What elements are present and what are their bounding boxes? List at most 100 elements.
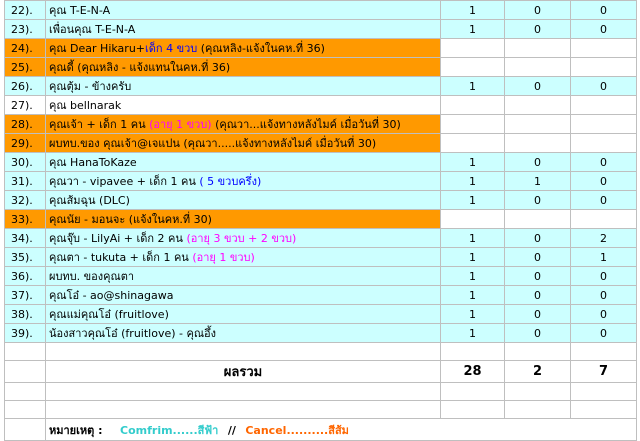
row-value-v1: 1 xyxy=(440,304,505,324)
row-index: 36). xyxy=(4,266,46,286)
row-note: (คุณหลิง-แจ้งในคห.ที่ 36) xyxy=(197,42,325,55)
row-value-v2: 0 xyxy=(504,152,571,172)
row-extra: ( 5 ขวบครึ่ง) xyxy=(199,175,262,188)
table-row: 32). คุณส้มฉุน (DLC) 1 0 0 xyxy=(4,190,637,210)
registration-table: 22). คุณ T-E-N-A 1 0 0 23). เพื่อนคุณ T-E-N-A 1… xyxy=(4,0,637,441)
table-row: 36). ผบทบ. ของคุณตา 1 0 0 xyxy=(4,266,637,286)
row-name-cell: ผบทบ.ของ คุณเจ้า@เจแปน (คุณวา.....แจ้งทา… xyxy=(45,133,441,153)
row-index: 23). xyxy=(4,19,46,39)
row-value-v3: 0 xyxy=(570,266,637,286)
row-name: คุณตุ้ม - ข้างครับ xyxy=(49,80,132,93)
row-name: คุณดี้ (คุณหลิง - แจ้งแทนในคห.ที่ 36) xyxy=(49,61,231,74)
row-name: ผบทบ. ของคุณตา xyxy=(49,270,135,283)
row-value-v2: 0 xyxy=(504,190,571,210)
row-index: 30). xyxy=(4,152,46,172)
table-row: 34). คุณจุ๊บ - LilyAi + เด็ก 2 คน (อายุ 3… xyxy=(4,228,637,248)
row-value-v3: 0 xyxy=(570,285,637,305)
row-value-v2 xyxy=(504,114,571,134)
row-name: คุณส้มฉุน (DLC) xyxy=(49,194,130,207)
row-value-v1: 1 xyxy=(440,19,505,39)
row-value-v3: 0 xyxy=(570,0,637,20)
blank-row xyxy=(4,382,637,401)
table-row: 28). คุณเจ้า + เด็ก 1 คน (อายุ 1 ขวบ) (คุ… xyxy=(4,114,637,134)
row-value-v2: 0 xyxy=(504,323,571,343)
table-row: 22). คุณ T-E-N-A 1 0 0 xyxy=(4,0,637,20)
row-value-v1: 1 xyxy=(440,285,505,305)
row-extra: (อายุ 1 ขวบ) xyxy=(149,118,212,131)
row-value-v1 xyxy=(440,57,505,77)
row-name: คุณจุ๊บ - LilyAi + เด็ก 2 คน xyxy=(49,232,187,245)
note-cancel: Cancel..........สีส้ม xyxy=(245,423,349,437)
row-name: คุณ bellnarak xyxy=(49,99,122,112)
row-name-cell: ผบทบ. ของคุณตา xyxy=(45,266,441,286)
row-name: ผบทบ.ของ คุณเจ้า@เจแปน (คุณวา.....แจ้งทา… xyxy=(49,137,377,150)
row-value-v3 xyxy=(570,38,637,58)
row-value-v2 xyxy=(504,38,571,58)
total-v2: 2 xyxy=(504,360,571,383)
row-extra: เด็ก 4 ขวบ xyxy=(145,42,198,55)
row-name-cell: น้องสาวคุณโอ๋ (fruitlove) - คุณอึ้ง xyxy=(45,323,441,343)
row-name: คุณวา - vipavee + เด็ก 1 คน xyxy=(49,175,200,188)
row-value-v1: 1 xyxy=(440,190,505,210)
row-value-v3: 1 xyxy=(570,247,637,267)
row-index: 27). xyxy=(4,95,46,115)
row-note: (คุณวา...แจ้งทางหลังไมค์ เมื่อวันที่ 30) xyxy=(211,118,401,131)
row-value-v3 xyxy=(570,133,637,153)
row-value-v2: 0 xyxy=(504,304,571,324)
row-value-v1: 1 xyxy=(440,0,505,20)
row-value-v3: 0 xyxy=(570,76,637,96)
registration-rows: 22). คุณ T-E-N-A 1 0 0 23). เพื่อนคุณ T-E-N-A 1… xyxy=(4,0,637,343)
row-index: 32). xyxy=(4,190,46,210)
row-index: 38). xyxy=(4,304,46,324)
row-value-v2: 0 xyxy=(504,247,571,267)
row-name: คุณเจ้า + เด็ก 1 คน xyxy=(49,118,150,131)
note-confirm: Comfrim......สีฟ้า xyxy=(120,423,219,437)
row-extra: (อายุ 3 ขวบ + 2 ขวบ) xyxy=(186,232,297,245)
row-name-cell: คุณตา - tukuta + เด็ก 1 คน (อายุ 1 ขวบ) xyxy=(45,247,441,267)
row-value-v3 xyxy=(570,57,637,77)
row-index: 35). xyxy=(4,247,46,267)
table-row: 26). คุณตุ้ม - ข้างครับ 1 0 0 xyxy=(4,76,637,96)
row-value-v2: 0 xyxy=(504,228,571,248)
row-index: 33). xyxy=(4,209,46,229)
table-row: 24). คุณ Dear Hikaru+เด็ก 4 ขวบ (คุณหลิง-… xyxy=(4,38,637,58)
table-row: 35). คุณตา - tukuta + เด็ก 1 คน (อายุ 1 ข… xyxy=(4,247,637,267)
row-value-v2: 0 xyxy=(504,266,571,286)
row-name-cell: คุณวา - vipavee + เด็ก 1 คน ( 5 ขวบครึ่ง… xyxy=(45,171,441,191)
table-row: 38). คุณแม่คุณโอ๋ (fruitlove) 1 0 0 xyxy=(4,304,637,324)
row-value-v3: 0 xyxy=(570,171,637,191)
row-index: 29). xyxy=(4,133,46,153)
total-row: ผลรวม 28 2 7 xyxy=(4,360,637,383)
summary-section: ผลรวม 28 2 7 หมายเหตุ : Comfrim......สีฟ… xyxy=(4,342,637,441)
row-value-v1: 1 xyxy=(440,323,505,343)
row-name: คุณ Dear Hikaru+ xyxy=(49,42,146,55)
row-name-cell: เพื่อนคุณ T-E-N-A xyxy=(45,19,441,39)
table-row: 29). ผบทบ.ของ คุณเจ้า@เจแปน (คุณวา.....แจ… xyxy=(4,133,637,153)
row-index: 31). xyxy=(4,171,46,191)
row-value-v1 xyxy=(440,38,505,58)
note-separator: // xyxy=(227,423,236,437)
table-row: 31). คุณวา - vipavee + เด็ก 1 คน ( 5 ขวบค… xyxy=(4,171,637,191)
row-value-v1: 1 xyxy=(440,171,505,191)
row-name: เพื่อนคุณ T-E-N-A xyxy=(49,23,136,36)
note-label: หมายเหตุ : xyxy=(49,423,103,437)
row-value-v2: 0 xyxy=(504,0,571,20)
row-name: คุณนัย - มอนจะ (แจ้งในคห.ที่ 30) xyxy=(49,213,212,226)
row-name: คุณ T-E-N-A xyxy=(49,4,111,17)
row-name: คุณโอ๋ - ao@shinagawa xyxy=(49,289,174,302)
row-value-v1: 1 xyxy=(440,247,505,267)
row-value-v2: 0 xyxy=(504,76,571,96)
note-row: หมายเหตุ : Comfrim......สีฟ้า // Cancel.… xyxy=(4,418,637,441)
row-value-v3 xyxy=(570,114,637,134)
row-name-cell: คุณดี้ (คุณหลิง - แจ้งแทนในคห.ที่ 36) xyxy=(45,57,441,77)
row-name-cell: คุณนัย - มอนจะ (แจ้งในคห.ที่ 30) xyxy=(45,209,441,229)
row-name: คุณตา - tukuta + เด็ก 1 คน xyxy=(49,251,193,264)
row-value-v3 xyxy=(570,209,637,229)
row-value-v1 xyxy=(440,133,505,153)
row-name-cell: คุณ Dear Hikaru+เด็ก 4 ขวบ (คุณหลิง-แจ้ง… xyxy=(45,38,441,58)
row-name-cell: คุณส้มฉุน (DLC) xyxy=(45,190,441,210)
row-index: 25). xyxy=(4,57,46,77)
table-row: 27). คุณ bellnarak xyxy=(4,95,637,115)
row-index: 28). xyxy=(4,114,46,134)
row-name-cell: คุณ bellnarak xyxy=(45,95,441,115)
